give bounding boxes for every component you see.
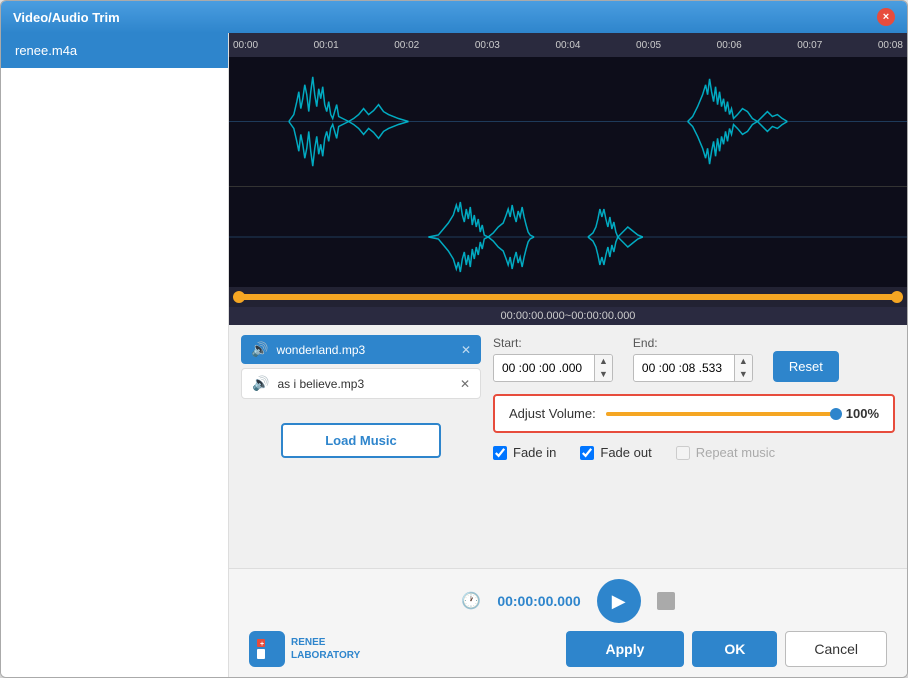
logo-svg: + [255, 637, 279, 661]
timeline-ruler: 00:00 00:01 00:02 00:03 00:04 00:05 00:0… [229, 33, 907, 57]
end-time-input[interactable] [634, 356, 734, 380]
ruler-mark-5: 00:05 [636, 40, 661, 51]
settings-panel: Start: ▲ ▼ End: [493, 335, 895, 558]
window-title: Video/Audio Trim [13, 10, 877, 25]
svg-text:+: + [260, 641, 264, 648]
music-name-as-i-believe: as i believe.mp3 [277, 377, 452, 391]
fade-in-checkbox-label[interactable]: Fade in [493, 445, 556, 460]
bottom-wrapper: 🕐 00:00:00.000 ▶ [229, 568, 907, 677]
ruler-mark-2: 00:02 [394, 40, 419, 51]
stop-button[interactable] [657, 592, 675, 610]
end-time-down[interactable]: ▼ [735, 368, 752, 381]
playback-row: 🕐 00:00:00.000 ▶ [249, 579, 887, 623]
right-panel: 00:00 00:01 00:02 00:03 00:04 00:05 00:0… [229, 33, 907, 677]
music-close-as-i-believe[interactable]: ✕ [460, 377, 470, 391]
music-item-as-i-believe[interactable]: 🔊 as i believe.mp3 ✕ [241, 368, 481, 399]
ruler-mark-0: 00:00 [233, 40, 258, 51]
checkbox-row: Fade in Fade out Repeat music [493, 445, 895, 460]
action-row: + RENEE Laboratory Apply OK Ca [249, 631, 887, 667]
end-time-input-wrap: ▲ ▼ [633, 354, 753, 382]
end-time-field: End: ▲ ▼ [633, 336, 753, 382]
range-fill [237, 294, 899, 300]
apply-button[interactable]: Apply [566, 631, 685, 667]
repeat-music-label: Repeat music [696, 445, 775, 460]
start-time-spinners: ▲ ▼ [594, 355, 612, 381]
waveform-video[interactable] [229, 57, 907, 187]
end-label: End: [633, 336, 753, 350]
ruler-mark-6: 00:06 [717, 40, 742, 51]
time-label: 00:00:00.000~00:00:00.000 [229, 307, 907, 325]
start-time-input-wrap: ▲ ▼ [493, 354, 613, 382]
volume-box: Adjust Volume: 100% [493, 394, 895, 433]
volume-label: Adjust Volume: [509, 406, 596, 421]
music-name-wonderland: wonderland.mp3 [276, 343, 453, 357]
repeat-music-checkbox-label[interactable]: Repeat music [676, 445, 775, 460]
start-label: Start: [493, 336, 613, 350]
waveform-audio[interactable] [229, 187, 907, 287]
fade-out-label: Fade out [600, 445, 651, 460]
fade-in-checkbox[interactable] [493, 446, 507, 460]
play-button[interactable]: ▶ [597, 579, 641, 623]
title-bar: Video/Audio Trim × [1, 1, 907, 33]
music-icon-wonderland: 🔊 [251, 341, 268, 358]
fade-out-checkbox[interactable] [580, 446, 594, 460]
repeat-music-checkbox [676, 446, 690, 460]
reset-button[interactable]: Reset [773, 351, 839, 382]
music-icon-as-i-believe: 🔊 [252, 375, 269, 392]
music-item-wonderland[interactable]: 🔊 wonderland.mp3 ✕ [241, 335, 481, 364]
volume-thumb[interactable] [830, 408, 842, 420]
volume-percent: 100% [846, 406, 879, 421]
waveform-video-svg [229, 57, 907, 186]
range-handle-left[interactable] [233, 291, 245, 303]
time-range-bar[interactable] [229, 287, 907, 307]
logo-text: RENEE Laboratory [291, 636, 360, 662]
time-row: Start: ▲ ▼ End: [493, 335, 895, 382]
playback-time: 00:00:00.000 [497, 593, 580, 609]
end-time-spinners: ▲ ▼ [734, 355, 752, 381]
waveform-container: 00:00 00:01 00:02 00:03 00:04 00:05 00:0… [229, 33, 907, 325]
sidebar: renee.m4a [1, 33, 229, 677]
ok-button[interactable]: OK [692, 631, 777, 667]
ruler-mark-7: 00:07 [797, 40, 822, 51]
close-button[interactable]: × [877, 8, 895, 26]
clock-icon: 🕐 [461, 591, 481, 611]
sidebar-item-renee-m4a[interactable]: renee.m4a [1, 33, 228, 68]
ruler-mark-4: 00:04 [555, 40, 580, 51]
start-time-up[interactable]: ▲ [595, 355, 612, 368]
bottom-bar: 🕐 00:00:00.000 ▶ [229, 568, 907, 677]
main-window: Video/Audio Trim × renee.m4a 00:00 00:01… [0, 0, 908, 678]
cancel-button[interactable]: Cancel [785, 631, 887, 667]
range-track[interactable] [237, 294, 899, 300]
controls-area: 🔊 wonderland.mp3 ✕ 🔊 as i believe.mp3 ✕ … [229, 325, 907, 568]
load-music-button[interactable]: Load Music [281, 423, 441, 458]
range-handle-right[interactable] [891, 291, 903, 303]
start-time-field: Start: ▲ ▼ [493, 336, 613, 382]
ruler-mark-8: 00:08 [878, 40, 903, 51]
volume-fill [606, 412, 836, 416]
start-time-input[interactable] [494, 356, 594, 380]
waveform-audio-svg [229, 187, 907, 287]
ruler-marks: 00:00 00:01 00:02 00:03 00:04 00:05 00:0… [233, 40, 903, 51]
end-time-up[interactable]: ▲ [735, 355, 752, 368]
main-content: renee.m4a 00:00 00:01 00:02 00:03 00:04 … [1, 33, 907, 677]
start-time-down[interactable]: ▼ [595, 368, 612, 381]
logo-area: + RENEE Laboratory [249, 631, 360, 667]
ruler-mark-1: 00:01 [314, 40, 339, 51]
fade-out-checkbox-label[interactable]: Fade out [580, 445, 651, 460]
fade-in-label: Fade in [513, 445, 556, 460]
music-list-panel: 🔊 wonderland.mp3 ✕ 🔊 as i believe.mp3 ✕ … [241, 335, 481, 558]
volume-slider[interactable] [606, 412, 836, 416]
music-close-wonderland[interactable]: ✕ [461, 343, 471, 357]
logo-icon: + [249, 631, 285, 667]
ruler-mark-3: 00:03 [475, 40, 500, 51]
